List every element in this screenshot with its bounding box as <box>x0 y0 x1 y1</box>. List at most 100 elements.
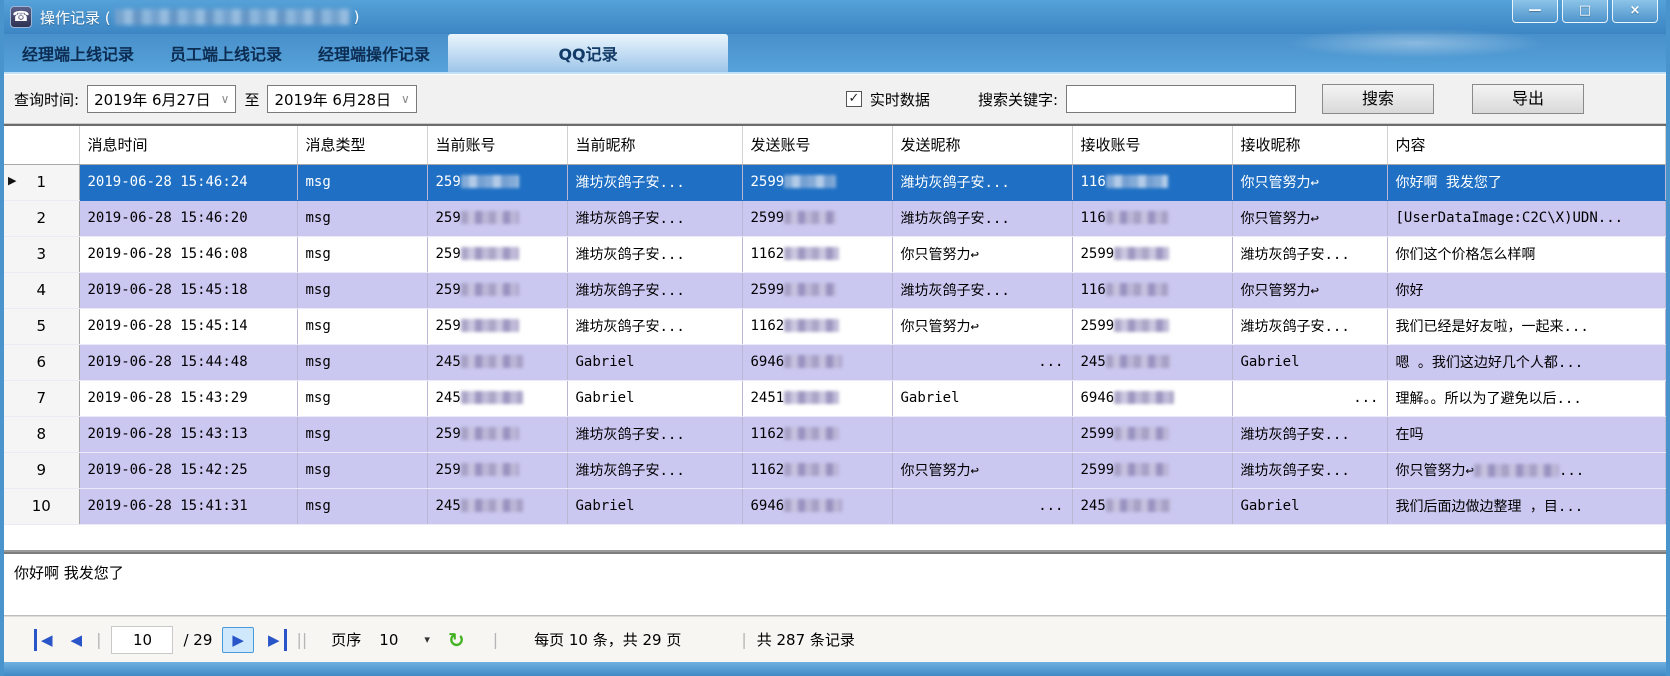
cell: ... <box>892 344 1072 380</box>
date-to-picker[interactable]: 2019年 6月28日 ∨ <box>267 85 416 113</box>
table-row[interactable]: 72019-06-28 15:43:29msg245Gabriel2451Gab… <box>4 380 1666 416</box>
row-number-header <box>4 126 79 164</box>
cell: 潍坊灰鸽子安... <box>567 164 742 200</box>
column-header[interactable]: 当前昵称 <box>567 126 742 164</box>
refresh-icon[interactable]: ↻ <box>448 628 465 652</box>
query-time-label: 查询时间: <box>14 89 79 110</box>
table-row[interactable]: 22019-06-28 15:46:20msg259潍坊灰鸽子安...2599潍… <box>4 200 1666 236</box>
page-size-combo[interactable]: 10 ▾ <box>371 629 438 651</box>
chevron-down-icon: ∨ <box>221 92 230 106</box>
cell: 潍坊灰鸽子安... <box>892 200 1072 236</box>
cell: msg <box>297 308 427 344</box>
table-row[interactable]: 102019-06-28 15:41:31msg245Gabriel6946..… <box>4 488 1666 524</box>
prev-page-icon[interactable]: ◀ <box>67 629 87 651</box>
window-title-suffix: ) <box>354 8 360 26</box>
tab-经理端上线记录[interactable]: 经理端上线记录 <box>4 34 152 72</box>
total-records: 共 287 条记录 <box>757 629 855 650</box>
cell: 2599 <box>742 200 892 236</box>
redacted-blur <box>1114 391 1174 404</box>
table-row[interactable]: 32019-06-28 15:46:08msg259潍坊灰鸽子安...1162你… <box>4 236 1666 272</box>
cell: 2019-06-28 15:42:25 <box>79 452 297 488</box>
keyword-input[interactable] <box>1066 85 1296 113</box>
redacted-blur <box>461 247 519 260</box>
close-button[interactable]: × <box>1612 0 1658 23</box>
next-page-icon[interactable]: ▶ <box>222 627 254 653</box>
cell: 2019-06-28 15:43:29 <box>79 380 297 416</box>
cell: Gabriel <box>892 380 1072 416</box>
cell: ... <box>892 488 1072 524</box>
grid-header-row: 消息时间消息类型当前账号当前昵称发送账号发送昵称接收账号接收昵称内容 <box>4 126 1666 164</box>
pagination-bar: ◀ ◀ | 10 / 29 ▶ ▶ || 页序 10 ▾ ↻ | 每页 10 条… <box>4 616 1666 662</box>
cell: 1162 <box>742 452 892 488</box>
tab-经理端操作记录[interactable]: 经理端操作记录 <box>300 34 448 72</box>
maximize-button[interactable]: □ <box>1562 0 1608 23</box>
cell: 2599 <box>742 164 892 200</box>
records-grid: 消息时间消息类型当前账号当前昵称发送账号发送昵称接收账号接收昵称内容 ▶1201… <box>4 124 1666 552</box>
window-bottom-frame <box>4 662 1666 676</box>
window-controls: — □ × <box>1512 0 1658 23</box>
search-button[interactable]: 搜索 <box>1322 84 1434 114</box>
date-from-value: 2019年 6月27日 <box>94 89 211 110</box>
cell: 在吗 <box>1387 416 1666 452</box>
cell: 你只管努力↩ <box>892 236 1072 272</box>
table-row[interactable]: 52019-06-28 15:45:14msg259潍坊灰鸽子安...1162你… <box>4 308 1666 344</box>
column-header[interactable]: 接收昵称 <box>1232 126 1387 164</box>
column-header[interactable]: 发送账号 <box>742 126 892 164</box>
cell: 我们已经是好友啦，一起来... <box>1387 308 1666 344</box>
first-page-icon[interactable]: ◀ <box>34 629 57 651</box>
redacted-blur <box>461 499 523 512</box>
column-header[interactable]: 当前账号 <box>427 126 567 164</box>
redacted-blur <box>461 319 519 332</box>
cell: msg <box>297 344 427 380</box>
row-number: 3 <box>4 236 79 272</box>
cell: 245 <box>427 488 567 524</box>
export-button[interactable]: 导出 <box>1472 84 1584 114</box>
realtime-checkbox[interactable]: ✓ <box>846 91 862 107</box>
to-label: 至 <box>244 89 259 110</box>
table-row[interactable]: ▶12019-06-28 15:46:24msg259潍坊灰鸽子安...2599… <box>4 164 1666 200</box>
cell: msg <box>297 200 427 236</box>
app-window: ☎ 操作记录 ( ) — □ × 经理端上线记录员工端上线记录经理端操作记录QQ… <box>0 0 1670 676</box>
redacted-blur <box>1106 355 1171 368</box>
cell <box>892 416 1072 452</box>
cell: 2019-06-28 15:43:13 <box>79 416 297 452</box>
row-number: 8 <box>4 416 79 452</box>
minimize-button[interactable]: — <box>1512 0 1558 23</box>
separator: || <box>297 630 308 649</box>
row-number: 9 <box>4 452 79 488</box>
redacted-blur <box>784 175 836 188</box>
table-row[interactable]: 82019-06-28 15:43:13msg259潍坊灰鸽子安...11622… <box>4 416 1666 452</box>
table-row[interactable]: 62019-06-28 15:44:48msg245Gabriel6946...… <box>4 344 1666 380</box>
redacted-blur <box>1106 499 1171 512</box>
tab-员工端上线记录[interactable]: 员工端上线记录 <box>152 34 300 72</box>
page-number-input[interactable]: 10 <box>111 626 173 654</box>
app-icon: ☎ <box>10 6 32 28</box>
redacted-blur <box>1114 463 1169 476</box>
column-header[interactable]: 消息时间 <box>79 126 297 164</box>
column-header[interactable]: 发送昵称 <box>892 126 1072 164</box>
row-number: 10 <box>4 488 79 524</box>
cell: 259 <box>427 164 567 200</box>
cell: 2599 <box>1072 416 1232 452</box>
last-page-icon[interactable]: ▶ <box>264 629 287 651</box>
redacted-blur <box>115 9 350 25</box>
tab-QQ记录[interactable]: QQ记录 <box>448 34 728 72</box>
cell: 你只管努力↩ <box>1232 164 1387 200</box>
cell: 259 <box>427 416 567 452</box>
cell: 你只管努力↩ <box>892 452 1072 488</box>
table-row[interactable]: 92019-06-28 15:42:25msg259潍坊灰鸽子安...1162你… <box>4 452 1666 488</box>
cell: 259 <box>427 200 567 236</box>
redacted-blur <box>1474 464 1559 477</box>
redacted-blur <box>784 247 839 260</box>
table-row[interactable]: 42019-06-28 15:45:18msg259潍坊灰鸽子安...2599潍… <box>4 272 1666 308</box>
cell: 潍坊灰鸽子安... <box>1232 236 1387 272</box>
column-header[interactable]: 内容 <box>1387 126 1666 164</box>
keyword-label: 搜索关键字: <box>978 89 1058 110</box>
redacted-blur <box>461 211 519 224</box>
column-header[interactable]: 接收账号 <box>1072 126 1232 164</box>
date-from-picker[interactable]: 2019年 6月27日 ∨ <box>87 85 236 113</box>
column-header[interactable]: 消息类型 <box>297 126 427 164</box>
cell: 你只管努力↩ <box>1232 272 1387 308</box>
cell: 259 <box>427 308 567 344</box>
cell: 259 <box>427 236 567 272</box>
